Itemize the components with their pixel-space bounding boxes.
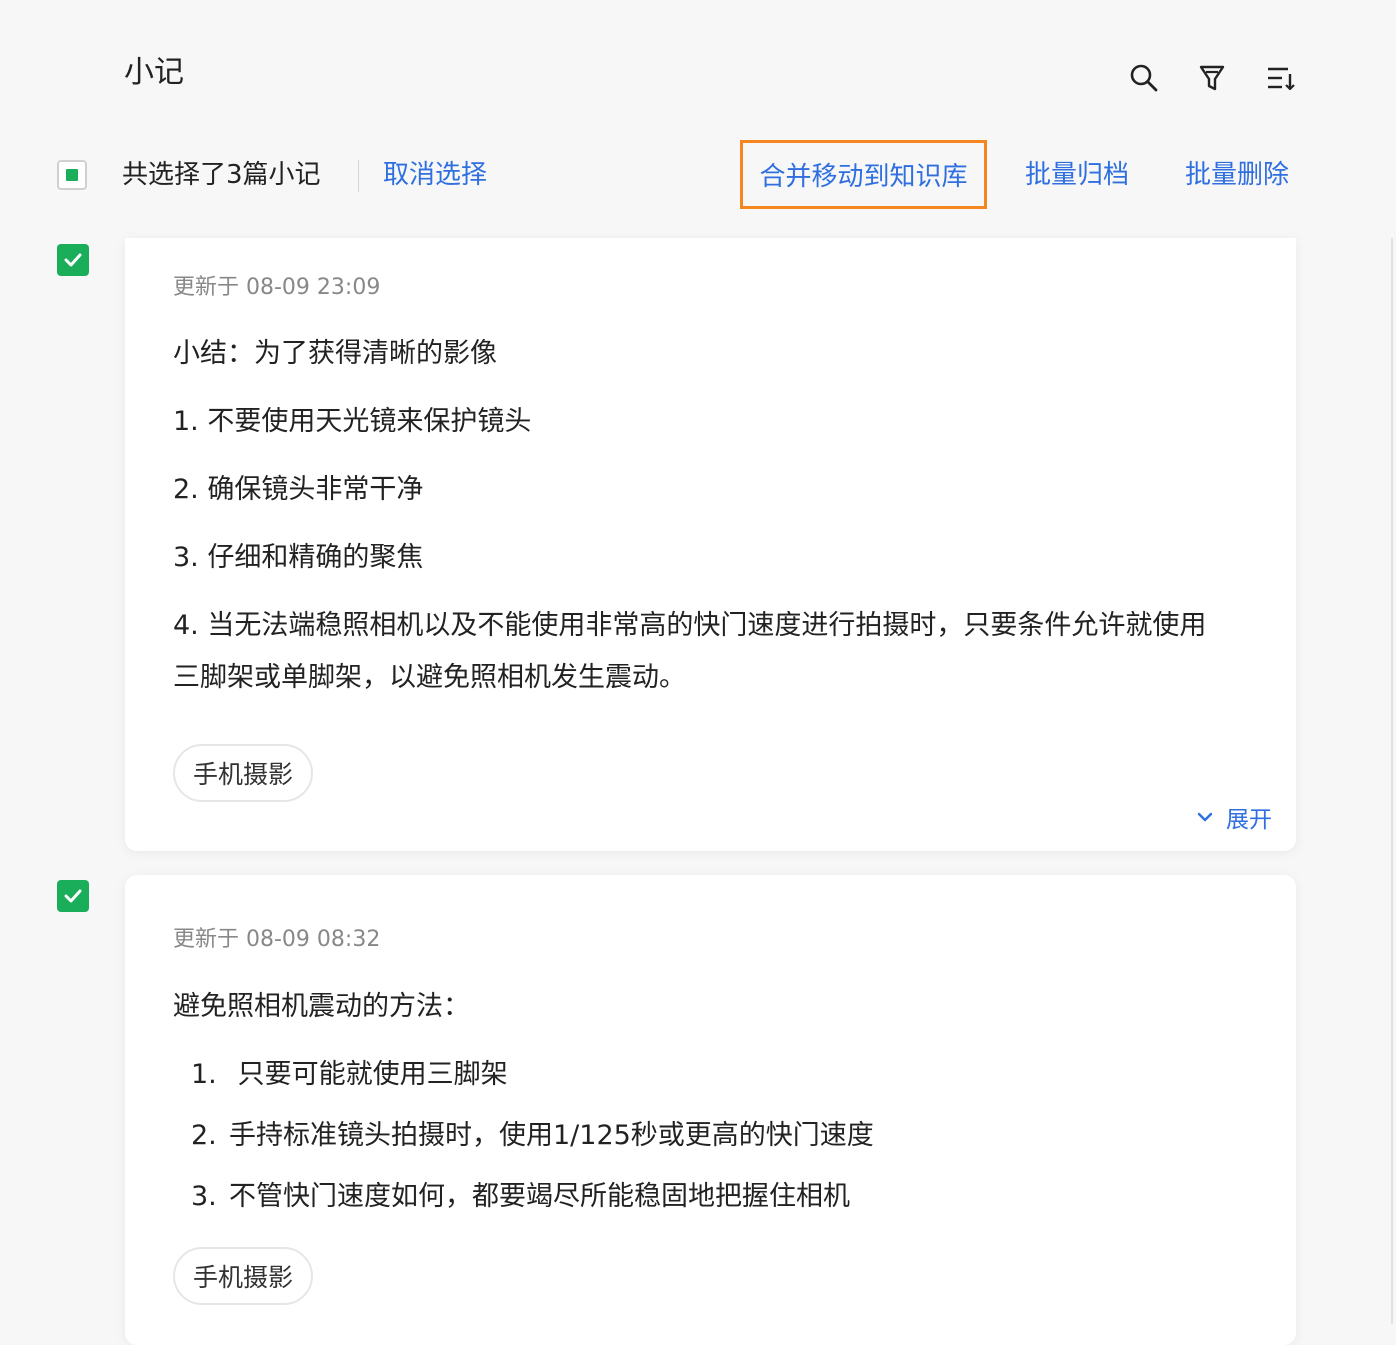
note-tag[interactable]: 手机摄影	[173, 744, 314, 802]
cancel-selection-button[interactable]: 取消选择	[383, 157, 487, 193]
selection-bar: 共选择了3篇小记 取消选择 合并移动到知识库 批量归档 批量删除	[0, 140, 1396, 210]
note-title: 避免照相机震动的方法：	[173, 991, 470, 1022]
scrollbar[interactable]	[1391, 238, 1393, 1324]
filter-icon[interactable]	[1194, 58, 1230, 98]
list-number: 3.	[191, 1181, 217, 1212]
list-number: 1.	[191, 1059, 217, 1090]
checkmark-icon	[64, 889, 82, 903]
note-line: 1. 不要使用天光镜来保护镜头	[173, 406, 532, 437]
note-line: 2. 确保镜头非常干净	[173, 474, 424, 505]
divider	[358, 160, 359, 192]
list-number: 2.	[191, 1120, 217, 1151]
batch-delete-button[interactable]: 批量删除	[1185, 157, 1289, 193]
list-item: 3. 不管快门速度如何，都要竭尽所能稳固地把握住相机	[191, 1179, 850, 1215]
batch-archive-button[interactable]: 批量归档	[1025, 157, 1129, 193]
note-tag[interactable]: 手机摄影	[173, 1247, 314, 1305]
search-icon[interactable]	[1126, 58, 1162, 98]
sort-icon[interactable]	[1262, 58, 1298, 98]
merge-move-to-knowledge-base-button[interactable]: 合并移动到知识库	[740, 140, 987, 209]
note-card[interactable]: 更新于 08-09 08:32 避免照相机震动的方法： 1. 只要可能就使用三脚…	[125, 875, 1296, 1345]
expand-label: 展开	[1226, 807, 1272, 833]
list-text: 手持标准镜头拍摄时，使用1/125秒或更高的快门速度	[229, 1120, 874, 1151]
chevron-down-icon	[1197, 812, 1213, 822]
list-text: 不管快门速度如何，都要竭尽所能稳固地把握住相机	[229, 1181, 850, 1212]
note-checkbox[interactable]	[57, 880, 89, 912]
note-updated-time: 更新于 08-09 08:32	[173, 927, 381, 952]
selected-count: 共选择了3篇小记	[122, 160, 321, 190]
note-card[interactable]: 更新于 08-09 23:09 小结：为了获得清晰的影像 1. 不要使用天光镜来…	[125, 238, 1296, 851]
checkmark-icon	[64, 253, 82, 267]
note-line: 3. 仔细和精确的聚焦	[173, 542, 424, 573]
list-item: 1. 只要可能就使用三脚架	[191, 1057, 508, 1093]
list-item: 2. 手持标准镜头拍摄时，使用1/125秒或更高的快门速度	[191, 1118, 874, 1154]
select-all-checkbox[interactable]	[57, 160, 87, 190]
partial-check-indicator	[66, 169, 78, 181]
note-paragraph: 4. 当无法端稳照相机以及不能使用非常高的快门速度进行拍摄时，只要条件允许就使用…	[173, 610, 1207, 693]
top-header: 小记	[0, 0, 1396, 130]
page-title: 小记	[124, 55, 184, 90]
note-title: 小结：为了获得清晰的影像	[173, 338, 497, 369]
list-text: 只要可能就使用三脚架	[229, 1059, 508, 1090]
note-checkbox[interactable]	[57, 244, 89, 276]
note-updated-time: 更新于 08-09 23:09	[173, 275, 381, 300]
expand-button[interactable]: 展开	[1196, 800, 1272, 834]
